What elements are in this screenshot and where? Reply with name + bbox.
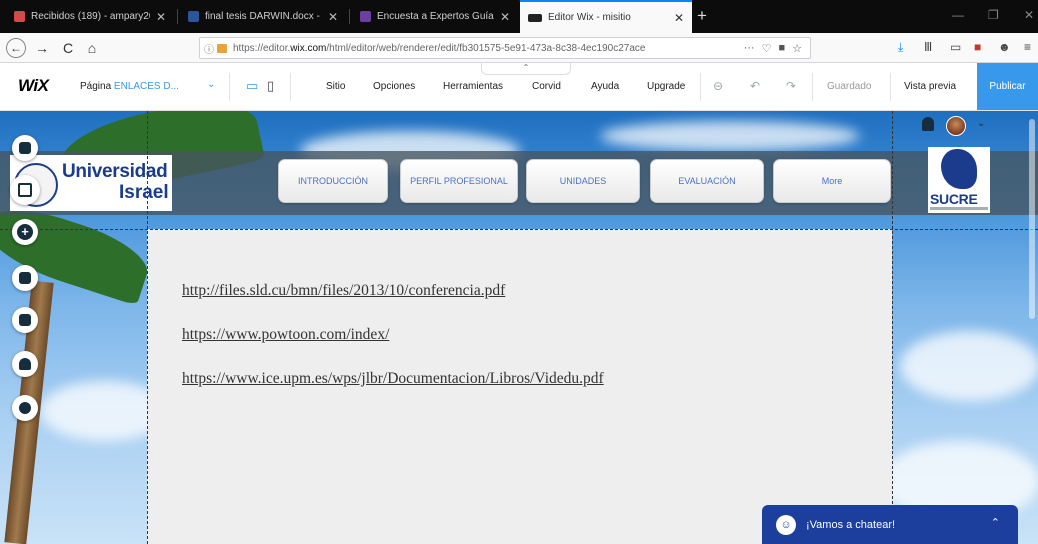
forms-icon	[360, 11, 371, 22]
site-menu-button[interactable]	[10, 175, 40, 205]
close-icon[interactable]: ✕	[328, 10, 338, 24]
sucre-profile-icon	[941, 149, 977, 189]
notification-bell-icon[interactable]	[922, 117, 934, 131]
menu-corvid[interactable]: Corvid	[532, 81, 561, 92]
publish-button[interactable]: Publicar	[977, 63, 1038, 110]
close-icon[interactable]: ✕	[156, 10, 166, 24]
menu-herramientas[interactable]: Herramientas	[443, 81, 503, 92]
chat-label: ¡Vamos a chatear!	[806, 518, 896, 531]
zoom-out-icon[interactable]: ⊖	[713, 79, 723, 93]
forward-button[interactable]: →	[32, 38, 52, 58]
avatar[interactable]	[946, 116, 966, 136]
preview-button[interactable]: Vista previa	[904, 81, 956, 92]
url-text[interactable]: https://editor.wix.com/html/editor/web/r…	[233, 43, 744, 54]
redo-icon[interactable]: ↷	[786, 79, 796, 93]
tab-title: final tesis DARWIN.docx - Mic	[205, 11, 322, 22]
link-videdu[interactable]: https://www.ice.upm.es/wps/jlbr/Document…	[182, 370, 604, 388]
back-button[interactable]: ←	[6, 38, 26, 58]
url-bar[interactable]: ⓘ https://editor.wix.com/html/editor/web…	[199, 37, 811, 59]
sucre-logo[interactable]: SUCRE	[928, 147, 990, 213]
apps-icon	[19, 272, 31, 284]
menu-opciones[interactable]: Opciones	[373, 81, 415, 92]
wix-logo[interactable]: WiX	[18, 76, 49, 96]
editor-canvas[interactable]: Universidad Israel INTRODUCCIÓN PERFIL P…	[0, 111, 1038, 544]
pocket-icon[interactable]: ♡	[762, 42, 772, 55]
new-tab-button[interactable]: +	[697, 6, 707, 26]
nav-evaluacion[interactable]: EVALUACIÓN	[650, 159, 764, 203]
nav-perfil-profesional[interactable]: PERFIL PROFESIONAL	[400, 159, 518, 203]
sucre-text: SUCRE	[930, 191, 978, 207]
logo-text-line2: Israel	[119, 182, 169, 203]
chat-bubble-button[interactable]	[12, 395, 38, 421]
tab-title: Recibidos (189) - ampary20@g	[31, 11, 150, 22]
logo-text-line1: Universidad	[62, 161, 168, 182]
link-conferencia[interactable]: http://files.sld.cu/bmn/files/2013/10/co…	[182, 282, 505, 300]
browser-tab-bar: Recibidos (189) - ampary20@g ✕ final tes…	[0, 0, 1038, 33]
tab-gmail[interactable]: Recibidos (189) - ampary20@g ✕	[6, 0, 174, 33]
extension-2-icon[interactable]: ☻	[998, 40, 1011, 54]
menu-icon[interactable]: ≡	[1024, 40, 1031, 54]
lock-warning-icon[interactable]	[217, 43, 227, 53]
close-window-icon[interactable]: ✕	[1024, 8, 1034, 22]
home-button[interactable]: ⌂	[82, 38, 102, 58]
restore-icon[interactable]: ❐	[988, 8, 999, 22]
layout-icon	[18, 183, 32, 197]
extension-icon[interactable]: ■	[974, 40, 981, 54]
browser-nav-bar: ← → C ⌂ ⓘ https://editor.wix.com/html/ed…	[0, 33, 1038, 63]
mobile-icon[interactable]: ▯	[267, 78, 274, 94]
chat-widget[interactable]: ☺ ¡Vamos a chatear! ⌃	[762, 505, 1018, 544]
saved-status: Guardado	[827, 81, 872, 92]
chevron-up-icon[interactable]: ⌃	[991, 516, 1000, 529]
menu-sitio[interactable]: Sitio	[326, 81, 345, 92]
paint-icon	[19, 358, 31, 370]
word-icon	[188, 11, 199, 22]
add-button[interactable]: +	[12, 219, 38, 245]
link-powtoon[interactable]: https://www.powtoon.com/index/	[182, 326, 389, 344]
undo-icon[interactable]: ↶	[750, 79, 760, 93]
tab-forms[interactable]: Encuesta a Expertos Guía Meto ✕	[352, 0, 518, 33]
menu-upgrade[interactable]: Upgrade	[647, 81, 685, 92]
menu-ayuda[interactable]: Ayuda	[591, 81, 619, 92]
pages-menu-button[interactable]	[12, 135, 38, 161]
canvas-scrollbar[interactable]	[1029, 119, 1035, 319]
content-strip[interactable]: http://files.sld.cu/bmn/files/2013/10/co…	[147, 229, 892, 544]
info-icon[interactable]: ⓘ	[204, 41, 214, 56]
tab-wix-editor[interactable]: Editor Wix - misitio ✕	[520, 0, 692, 33]
mail-icon	[14, 11, 25, 22]
flag-icon[interactable]: ■	[778, 42, 785, 55]
chevron-down-icon[interactable]: ⌄	[977, 118, 985, 129]
add-apps-button[interactable]	[12, 265, 38, 291]
wix-icon	[528, 13, 542, 22]
nav-introduccion[interactable]: INTRODUCCIÓN	[278, 159, 388, 203]
nav-unidades[interactable]: UNIDADES	[526, 159, 640, 203]
chat-smile-icon: ☺	[776, 514, 796, 535]
reload-button[interactable]: C	[58, 38, 78, 58]
bookmark-star-icon[interactable]: ☆	[792, 42, 802, 55]
desktop-icon[interactable]: ▭	[246, 78, 258, 94]
design-button[interactable]	[12, 351, 38, 377]
wix-editor-bar: WiX Página ENLACES D... ⌄ ▭ ▯ ⌃ Sitio Op…	[0, 63, 1038, 111]
close-icon[interactable]: ✕	[674, 11, 684, 25]
tab-title: Editor Wix - misitio	[548, 12, 631, 23]
download-icon[interactable]: ⤓	[898, 40, 903, 55]
page-actions-icon[interactable]: ···	[744, 42, 755, 55]
tab-title: Encuesta a Expertos Guía Meto	[377, 11, 494, 22]
pages-icon	[19, 142, 31, 154]
nav-more[interactable]: More	[773, 159, 891, 203]
plus-icon: +	[17, 224, 33, 240]
chevron-down-icon[interactable]: ⌄	[207, 79, 215, 90]
minimize-icon[interactable]: —	[952, 8, 964, 22]
media-icon	[19, 314, 31, 326]
media-button[interactable]	[12, 307, 38, 333]
close-icon[interactable]: ✕	[500, 10, 510, 24]
speech-bubble-icon	[19, 402, 31, 414]
library-icon[interactable]: Ⅲ	[924, 40, 932, 54]
page-selector[interactable]: Página ENLACES D...	[80, 81, 179, 92]
tab-word[interactable]: final tesis DARWIN.docx - Mic ✕	[180, 0, 346, 33]
collapse-toolbar-button[interactable]: ⌃	[481, 63, 571, 75]
sidebar-icon[interactable]: ▭	[950, 40, 961, 54]
